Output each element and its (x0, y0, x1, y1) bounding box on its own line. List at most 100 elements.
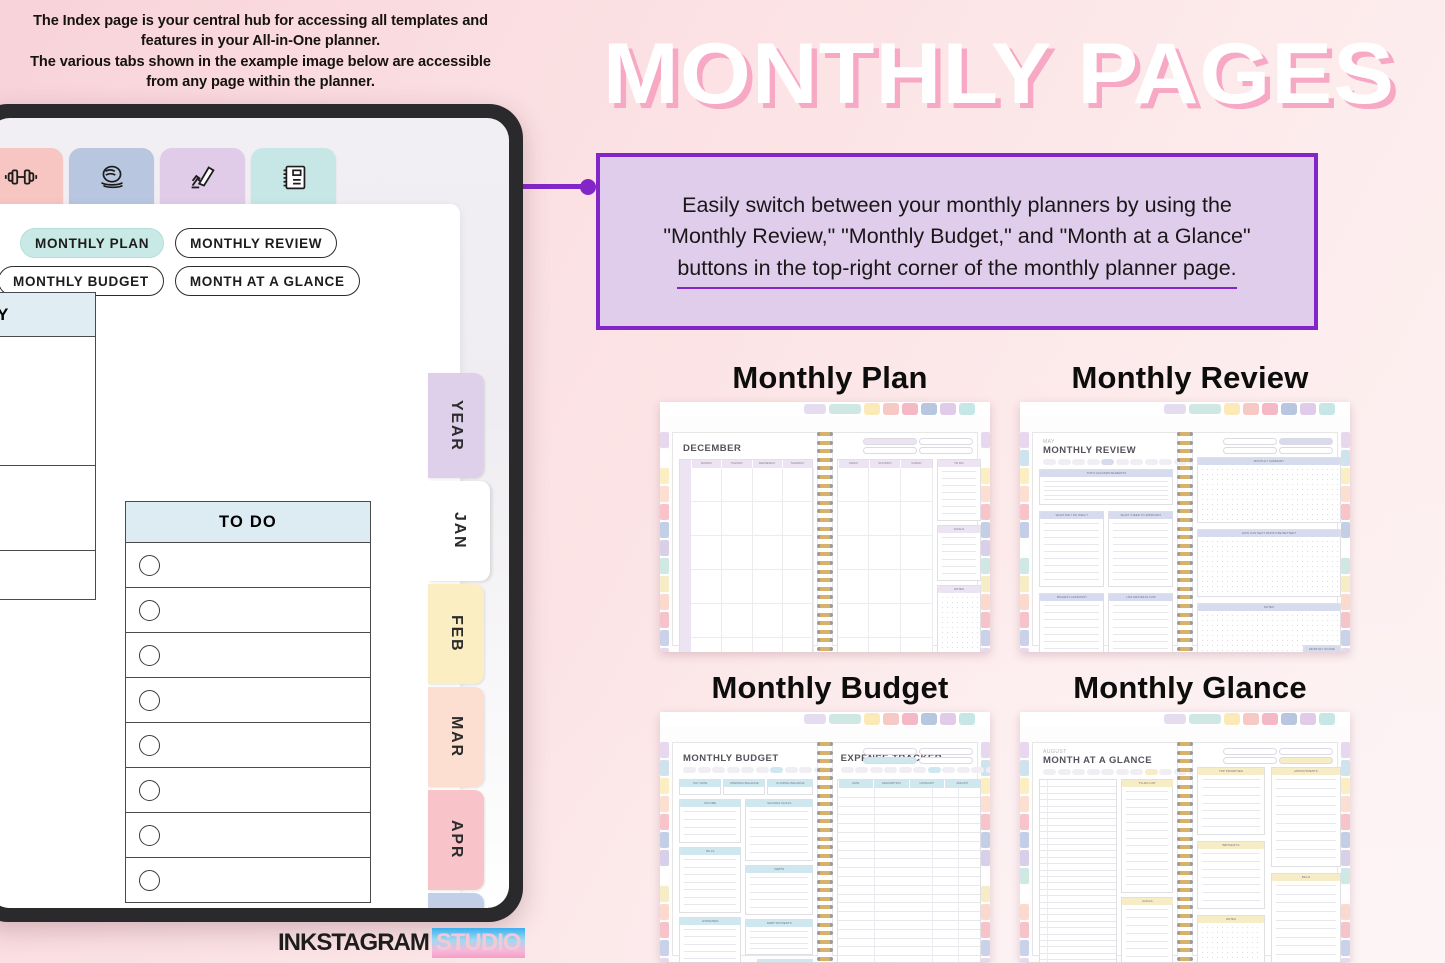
day-row[interactable] (1040, 818, 1116, 820)
checkbox-icon[interactable] (139, 689, 160, 711)
spread-month-tab[interactable] (981, 778, 990, 794)
calendar-cell[interactable] (869, 502, 902, 536)
expense-table-row[interactable] (837, 902, 980, 904)
spread-month-chip[interactable] (1086, 459, 1100, 465)
spread-month-chip[interactable] (884, 767, 898, 773)
spread-month-tab[interactable] (1341, 814, 1350, 830)
spread-month-tab[interactable] (1341, 594, 1350, 610)
expense-table-row[interactable] (837, 832, 980, 833)
top-tab-2[interactable] (69, 148, 154, 210)
spread-month-tab[interactable] (981, 504, 990, 520)
toolbar-chip[interactable] (1164, 404, 1186, 414)
checkbox-icon[interactable] (139, 779, 160, 801)
spread-month-tab[interactable] (660, 796, 669, 812)
spread-nav-pill[interactable] (1223, 447, 1277, 454)
day-row[interactable] (1040, 882, 1116, 884)
spread-month-tab[interactable] (1341, 760, 1350, 776)
day-row[interactable] (1040, 786, 1116, 788)
spread-nav-pill[interactable] (1223, 748, 1277, 755)
spread-month-tab[interactable] (660, 594, 669, 610)
spread-month-tab[interactable] (660, 940, 669, 956)
spread-month-tab[interactable] (1020, 504, 1029, 520)
spread-month-tab[interactable] (660, 648, 669, 652)
spread-nav-pill[interactable] (919, 447, 973, 454)
spread-month-tab[interactable] (1341, 468, 1350, 484)
spread-month-chip[interactable] (1057, 459, 1071, 465)
spread-month-tab[interactable] (660, 432, 669, 448)
top-tab-3[interactable] (160, 148, 245, 210)
spread-month-tab[interactable] (1020, 486, 1029, 502)
spread-nav-pill[interactable] (919, 757, 973, 764)
spread-month-tab[interactable] (981, 904, 990, 920)
spread-month-tab[interactable] (1020, 958, 1029, 962)
thumbnail-monthly-glance[interactable]: Monthly Glance AUGUST MONTH AT A GLANCE TO-… (1020, 670, 1360, 962)
spread-month-tab[interactable] (1020, 540, 1029, 556)
spread-nav-pill[interactable] (919, 748, 973, 755)
calendar-cell[interactable] (783, 638, 814, 652)
calendar-cell[interactable] (869, 570, 902, 604)
spread-month-tab[interactable] (1341, 832, 1350, 848)
toolbar-chip[interactable] (1164, 714, 1186, 724)
spread-month-tab[interactable] (1341, 940, 1350, 956)
spread-month-chip[interactable] (770, 767, 783, 773)
day-row[interactable] (1040, 812, 1116, 813)
day-row[interactable] (1040, 837, 1116, 839)
month-tab-year[interactable]: YEAR (428, 373, 484, 478)
spread-nav-pill[interactable] (863, 748, 917, 755)
spread-month-tab[interactable] (981, 630, 990, 646)
calendar-cell[interactable] (721, 468, 753, 502)
planner-button-month-at-a-glance[interactable]: MONTH AT A GLANCE (174, 266, 360, 296)
spread-month-tab[interactable] (660, 486, 669, 502)
expense-table-row[interactable] (837, 796, 980, 798)
day-row[interactable] (1040, 952, 1116, 954)
calendar-cell[interactable] (869, 468, 902, 502)
toolbar-icon-button[interactable] (940, 403, 956, 415)
spread-month-chip[interactable] (1130, 769, 1143, 775)
spread-month-tab[interactable] (1020, 868, 1029, 884)
toolbar-icon-button[interactable] (902, 403, 918, 415)
spread-month-tab[interactable] (981, 486, 990, 502)
spread-month-chip[interactable] (1159, 459, 1172, 465)
calendar-cell[interactable] (721, 536, 753, 570)
spread-month-chip[interactable] (741, 767, 754, 773)
todo-row[interactable] (125, 633, 371, 678)
spread-month-tab[interactable] (660, 832, 669, 848)
spread-month-tab[interactable] (1020, 796, 1029, 812)
expense-table-row[interactable] (837, 955, 980, 956)
calendar-cell[interactable] (783, 570, 814, 604)
todo-row[interactable] (125, 813, 371, 858)
expense-table-row[interactable] (837, 928, 980, 930)
spread-month-chip[interactable] (1144, 459, 1158, 465)
spread-month-tab[interactable] (981, 576, 990, 592)
calendar-cell[interactable] (838, 638, 870, 652)
thumbnail-monthly-budget[interactable]: Monthly Budget MONTHLY BUDGET PAY DATE OPEN… (660, 670, 1000, 962)
spread-month-tab[interactable] (1341, 558, 1350, 574)
spread-month-tab[interactable] (981, 522, 990, 538)
calendar-cell[interactable] (837, 502, 870, 536)
spread-month-tab[interactable] (660, 850, 669, 866)
spread-month-tab[interactable] (1341, 868, 1350, 884)
calendar-cell[interactable] (752, 536, 784, 570)
checkbox-icon[interactable] (139, 869, 160, 891)
month-tab-feb[interactable]: FEB (428, 584, 484, 684)
day-row[interactable] (1040, 876, 1116, 877)
expense-table-row[interactable] (837, 937, 980, 939)
spread-month-chip[interactable] (755, 767, 769, 773)
todo-row[interactable] (125, 723, 371, 768)
calendar-cell[interactable] (783, 468, 814, 502)
spread-month-chip[interactable] (927, 767, 941, 773)
spread-month-tab[interactable] (660, 814, 669, 830)
checkbox-icon[interactable] (139, 734, 160, 756)
day-row[interactable] (1040, 792, 1116, 794)
spread-month-tab[interactable] (981, 468, 990, 484)
planner-button-monthly-review[interactable]: MONTHLY REVIEW (175, 228, 338, 258)
todo-row[interactable] (125, 678, 371, 723)
spread-month-chip[interactable] (1101, 459, 1114, 465)
toolbar-icon-button[interactable] (959, 713, 975, 725)
day-row[interactable] (1040, 933, 1116, 935)
day-row[interactable] (1040, 831, 1116, 832)
spread-month-chip[interactable] (799, 767, 812, 773)
spread-month-tab[interactable] (981, 814, 990, 830)
spread-month-tab[interactable] (1020, 742, 1029, 758)
toolbar-chip[interactable] (829, 404, 861, 414)
